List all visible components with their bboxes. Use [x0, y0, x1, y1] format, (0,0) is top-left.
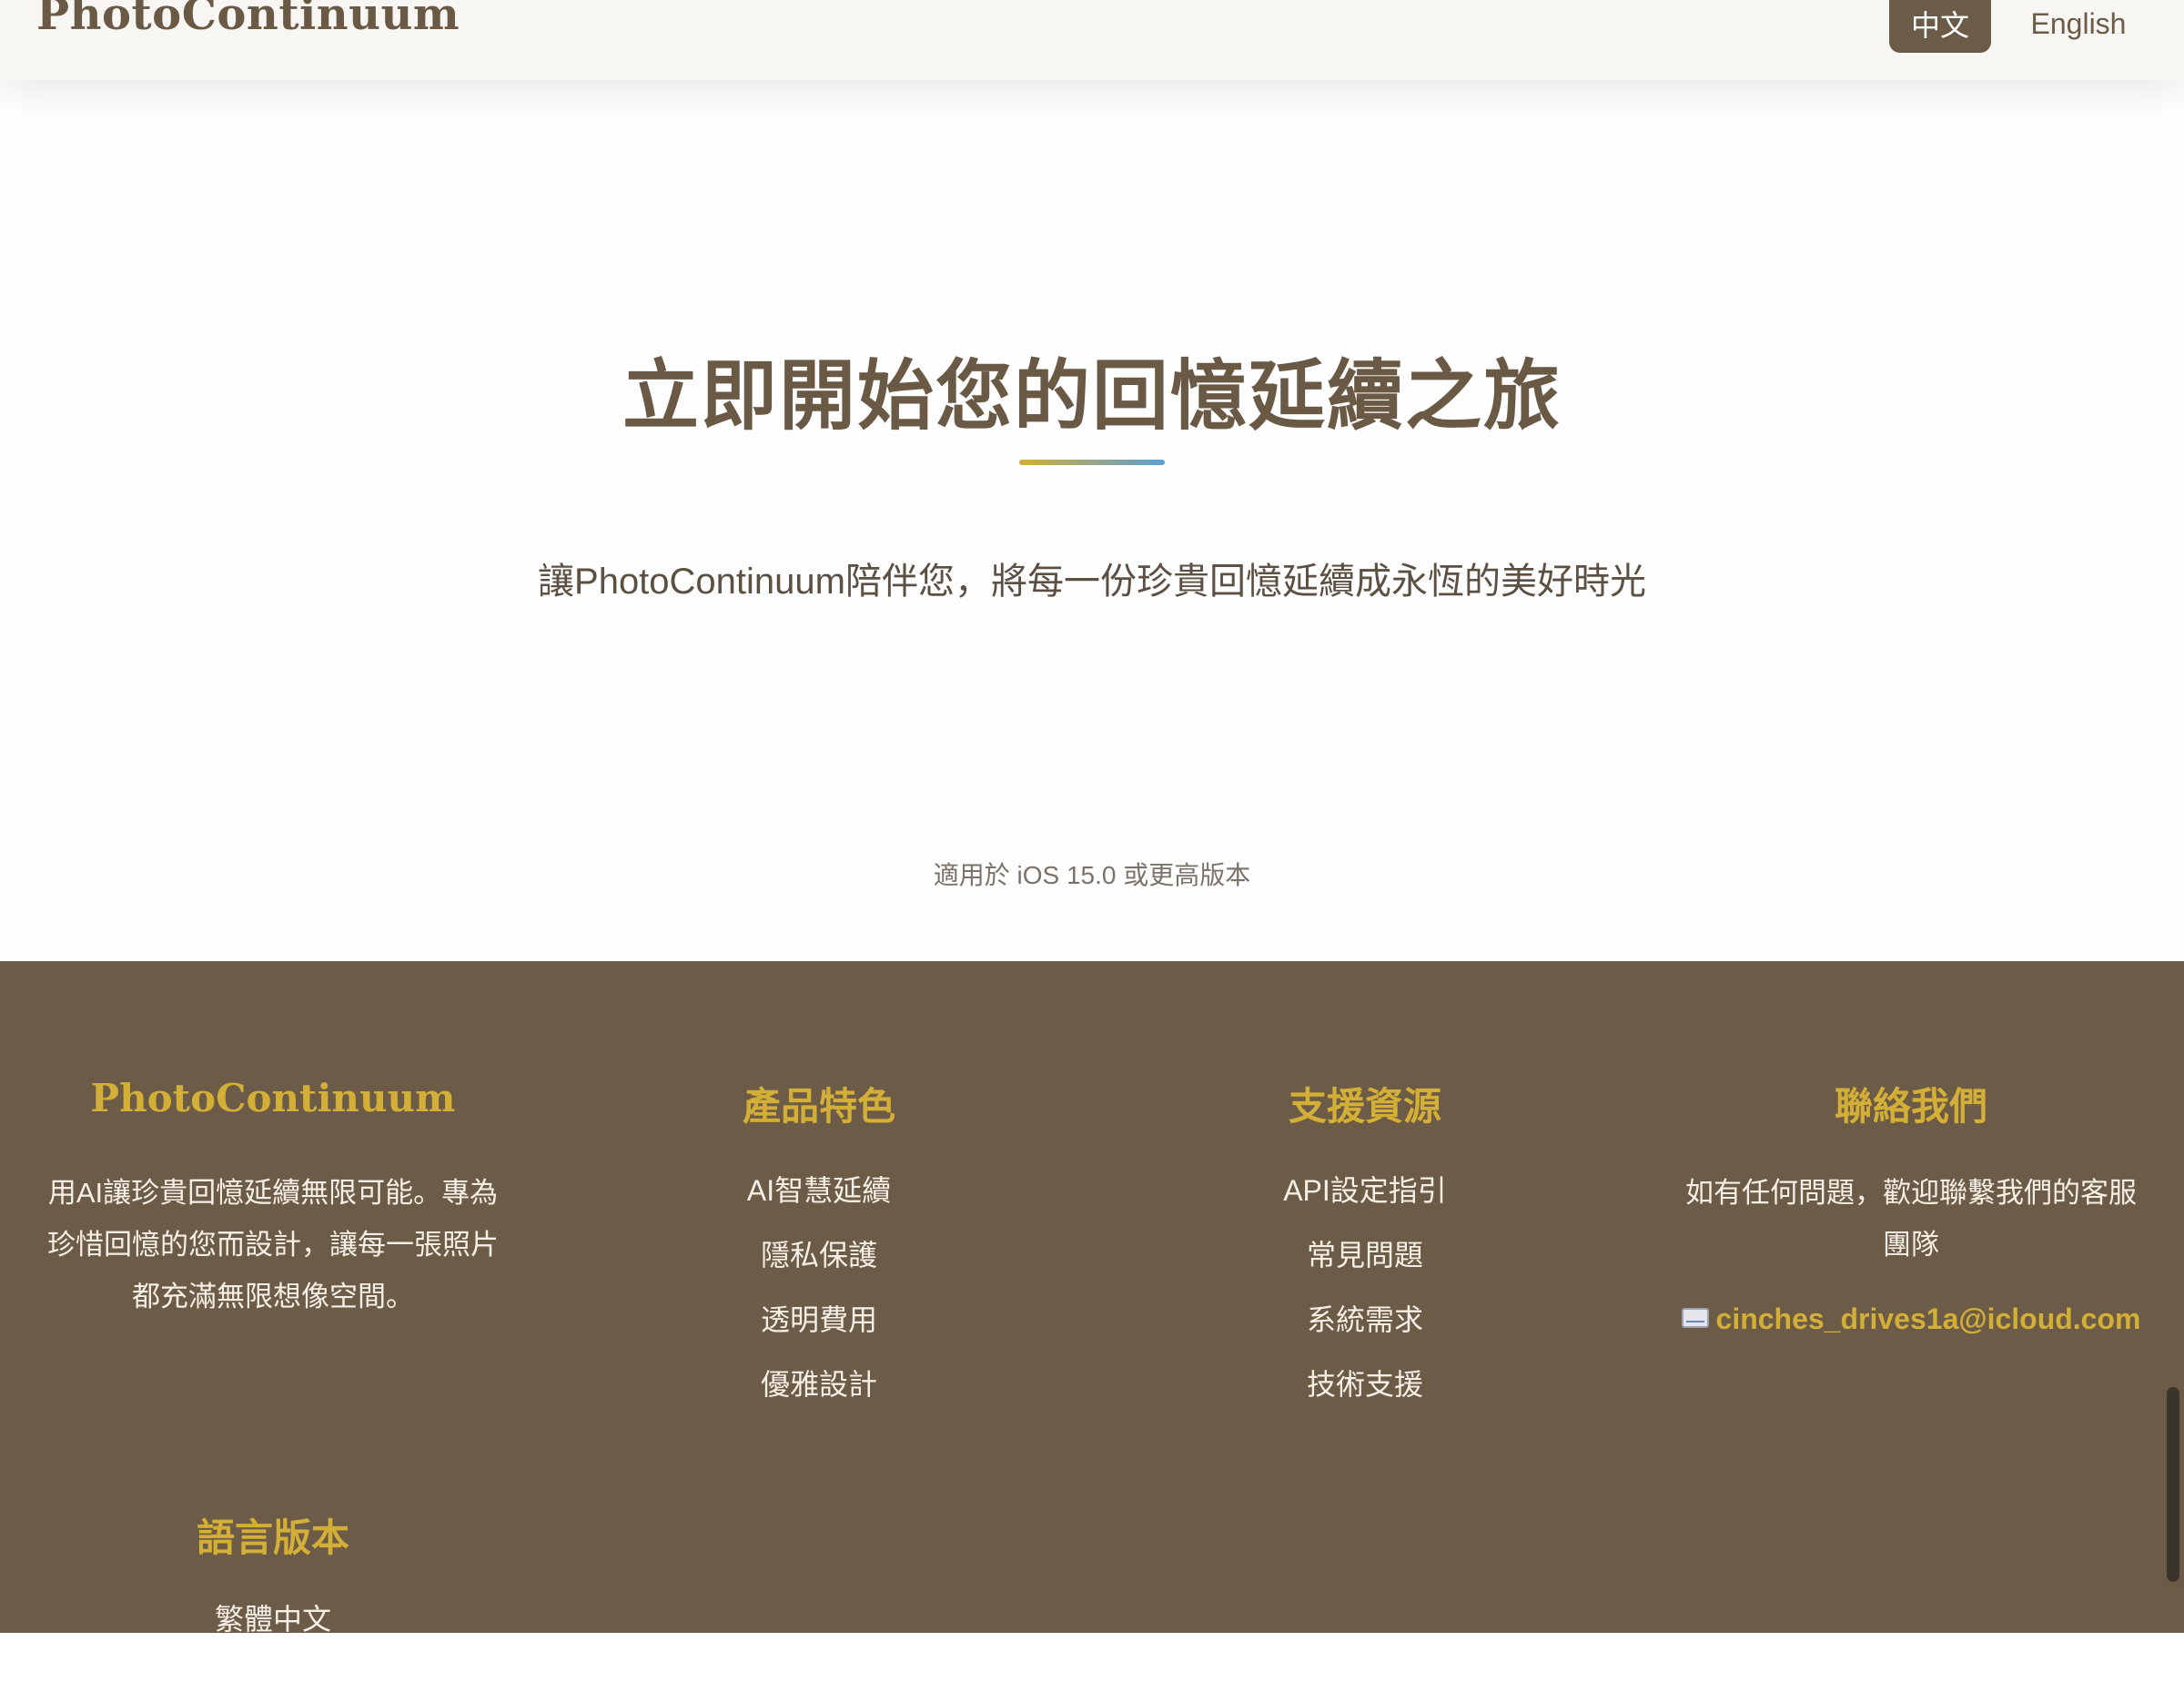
cta-section: 立即開始您的回憶延續之旅 讓PhotoContinuum陪伴您，將每一份珍貴回憶… — [0, 80, 2184, 961]
footer-language-links: 繁體中文 — [0, 1587, 546, 1652]
footer-brand-heading: PhotoContinuum — [90, 1076, 456, 1120]
footer-about-text: 用AI讓珍貴回憶延續無限可能。專為珍惜回憶的您而設計，讓每一張照片都充滿無限想像… — [47, 1177, 499, 1312]
contact-email-address[interactable]: cinches_drives1a@icloud.com — [1716, 1302, 2141, 1335]
footer-link-tech-support[interactable]: 技術支援 — [1092, 1353, 1638, 1417]
footer-link-faq[interactable]: 常見問題 — [1092, 1223, 1638, 1288]
contact-email-link[interactable]: cinches_drives1a@icloud.com — [1638, 1302, 2184, 1336]
footer-contact-text: 如有任何問題，歡迎聯繫我們的客服團隊 — [1685, 1177, 2137, 1261]
page-scrollbar[interactable] — [2167, 1387, 2179, 1582]
page: PhotoContinuum 中文 English 立即開始您的回憶延續之旅 讓… — [0, 0, 2184, 1682]
footer-link-api-guide[interactable]: API設定指引 — [1092, 1159, 1638, 1223]
footer-link-design[interactable]: 優雅設計 — [546, 1353, 1092, 1417]
footer-support-links: API設定指引 常見問題 系統需求 技術支援 — [1092, 1159, 1638, 1417]
footer-contact-heading: 聯絡我們 — [1834, 1084, 1987, 1129]
brand-logo[interactable]: PhotoContinuum — [36, 0, 460, 40]
mail-icon — [1681, 1308, 1709, 1328]
footer: PhotoContinuum 用AI讓珍貴回憶延續無限可能。專為珍惜回憶的您而設… — [0, 961, 2184, 1636]
footer-link-privacy[interactable]: 隱私保護 — [546, 1223, 1092, 1288]
cta-subtitle: 讓PhotoContinuum陪伴您，將每一份珍貴回憶延續成永恆的美好時光 — [538, 562, 1646, 602]
footer-features-heading: 產品特色 — [742, 1084, 895, 1129]
footer-link-system-requirements[interactable]: 系統需求 — [1092, 1288, 1638, 1353]
language-chinese-button[interactable]: 中文 — [1889, 0, 1991, 53]
ios-requirement-note: 適用於 iOS 15.0 或更高版本 — [933, 861, 1251, 889]
footer-link-traditional-chinese[interactable]: 繁體中文 — [0, 1587, 546, 1652]
cta-title: 立即開始您的回憶延續之旅 — [622, 350, 1562, 441]
title-underline — [1019, 460, 1165, 465]
footer-support-heading: 支援資源 — [1288, 1084, 1441, 1129]
footer-link-ai-continuation[interactable]: AI智慧延續 — [546, 1159, 1092, 1223]
language-english-button[interactable]: English — [2018, 0, 2138, 53]
top-navigation-bar: PhotoContinuum 中文 English — [0, 0, 2184, 80]
footer-language-heading: 語言版本 — [196, 1515, 349, 1560]
footer-link-pricing[interactable]: 透明費用 — [546, 1288, 1092, 1353]
footer-features-links: AI智慧延續 隱私保護 透明費用 優雅設計 — [546, 1159, 1092, 1417]
